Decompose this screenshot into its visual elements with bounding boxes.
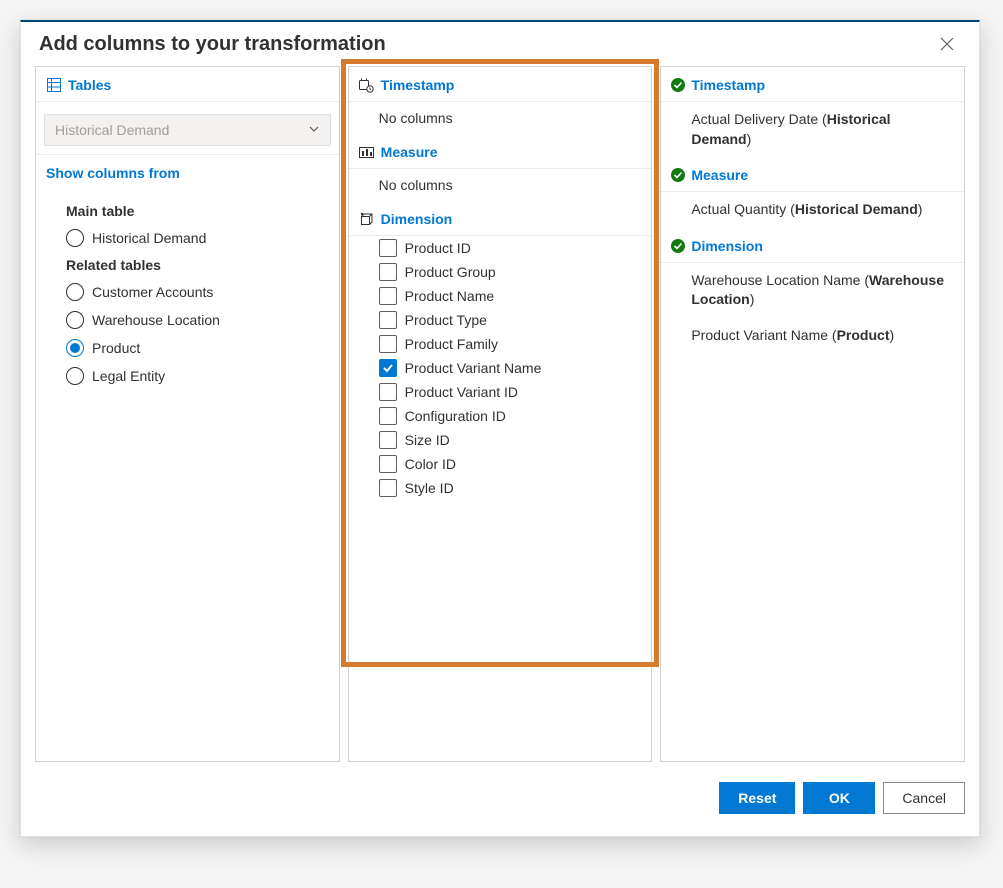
tables-label: Tables — [68, 77, 111, 93]
measure-no-columns: No columns — [349, 169, 652, 201]
dimension-checkbox-product-name[interactable]: Product Name — [349, 284, 652, 308]
table-selector: Main table Historical Demand Related tab… — [36, 187, 339, 401]
checkbox-label: Product Variant ID — [405, 384, 518, 400]
selected-timestamp-label: Timestamp — [691, 77, 765, 93]
table-icon — [46, 77, 62, 93]
add-columns-dialog: Add columns to your transformation Table… — [20, 20, 980, 837]
selected-measure-header: Measure — [661, 157, 964, 192]
checkbox-icon — [379, 431, 397, 449]
checkbox-label: Style ID — [405, 480, 454, 496]
dimension-checkbox-size-id[interactable]: Size ID — [349, 428, 652, 452]
checkbox-label: Product ID — [405, 240, 471, 256]
checkbox-label: Product Variant Name — [405, 360, 542, 376]
timestamp-section-header: Timestamp — [349, 67, 652, 102]
selected-timestamp-item: Actual Delivery Date (Historical Demand) — [661, 102, 964, 157]
dimension-checkbox-product-type[interactable]: Product Type — [349, 308, 652, 332]
close-icon — [940, 37, 954, 51]
selected-dimension-item: Product Variant Name (Product) — [661, 318, 964, 354]
selected-timestamp-header: Timestamp — [661, 67, 964, 102]
dimension-icon — [359, 211, 375, 227]
ok-button[interactable]: OK — [803, 782, 875, 814]
check-circle-icon — [671, 239, 685, 253]
radio-icon — [66, 311, 84, 329]
timestamp-icon — [359, 77, 375, 93]
table-radio-customer-accounts[interactable]: Customer Accounts — [66, 283, 329, 301]
table-radio-warehouse-location[interactable]: Warehouse Location — [66, 311, 329, 329]
dimension-checkbox-product-id[interactable]: Product ID — [349, 236, 652, 260]
checkbox-icon — [379, 479, 397, 497]
checkbox-icon — [379, 335, 397, 353]
cancel-button[interactable]: Cancel — [883, 782, 965, 814]
timestamp-no-columns: No columns — [349, 102, 652, 134]
radio-icon — [66, 229, 84, 247]
checkbox-label: Size ID — [405, 432, 450, 448]
checkbox-icon — [379, 383, 397, 401]
check-circle-icon — [671, 168, 685, 182]
show-columns-from-header: Show columns from — [36, 154, 339, 187]
measure-section-header: Measure — [349, 134, 652, 169]
checkbox-label: Product Group — [405, 264, 496, 280]
dimension-checkbox-configuration-id[interactable]: Configuration ID — [349, 404, 652, 428]
dimension-checkbox-style-id[interactable]: Style ID — [349, 476, 652, 500]
tables-dropdown[interactable]: Historical Demand — [44, 114, 331, 146]
table-radio-legal-entity[interactable]: Legal Entity — [66, 367, 329, 385]
dimension-section-header: Dimension — [349, 201, 652, 236]
checkbox-label: Configuration ID — [405, 408, 506, 424]
checkbox-icon — [379, 359, 397, 377]
radio-label: Product — [92, 340, 140, 356]
tables-section-header: Tables — [36, 67, 339, 102]
radio-icon — [66, 367, 84, 385]
panels-row: Tables Historical Demand Show columns fr… — [21, 62, 979, 762]
checkbox-icon — [379, 287, 397, 305]
check-circle-icon — [671, 78, 685, 92]
columns-panel: Timestamp No columns Measure No columns … — [348, 66, 653, 762]
selected-panel: Timestamp Actual Delivery Date (Historic… — [660, 66, 965, 762]
dialog-footer: Reset OK Cancel — [21, 762, 979, 836]
dialog-header: Add columns to your transformation — [21, 22, 979, 62]
table-radio-historical-demand[interactable]: Historical Demand — [66, 229, 329, 247]
selected-dimension-label: Dimension — [691, 238, 763, 254]
measure-label: Measure — [381, 144, 438, 160]
table-radio-product[interactable]: Product — [66, 339, 329, 357]
selected-measure-label: Measure — [691, 167, 748, 183]
timestamp-label: Timestamp — [381, 77, 455, 93]
tables-panel: Tables Historical Demand Show columns fr… — [35, 66, 340, 762]
checkbox-label: Product Family — [405, 336, 498, 352]
dimension-checkbox-product-variant-id[interactable]: Product Variant ID — [349, 380, 652, 404]
dimension-checkbox-product-family[interactable]: Product Family — [349, 332, 652, 356]
checkbox-label: Product Name — [405, 288, 494, 304]
radio-label: Customer Accounts — [92, 284, 213, 300]
dimension-checkbox-list: Product ID Product Group Product Name Produ… — [349, 236, 652, 500]
close-button[interactable] — [933, 30, 961, 58]
chevron-down-icon — [308, 122, 320, 138]
checkbox-icon — [379, 263, 397, 281]
radio-label: Warehouse Location — [92, 312, 220, 328]
dimension-label: Dimension — [381, 211, 453, 227]
radio-label: Legal Entity — [92, 368, 165, 384]
dropdown-value: Historical Demand — [55, 122, 169, 138]
selected-dimension-header: Dimension — [661, 228, 964, 263]
checkbox-icon — [379, 407, 397, 425]
checkbox-icon — [379, 455, 397, 473]
dimension-checkbox-product-group[interactable]: Product Group — [349, 260, 652, 284]
radio-icon — [66, 283, 84, 301]
radio-label: Historical Demand — [92, 230, 206, 246]
dialog-title: Add columns to your transformation — [39, 33, 933, 56]
measure-icon — [359, 144, 375, 160]
checkbox-label: Color ID — [405, 456, 456, 472]
related-tables-label: Related tables — [66, 257, 329, 273]
radio-icon — [66, 339, 84, 357]
main-table-label: Main table — [66, 203, 329, 219]
selected-measure-item: Actual Quantity (Historical Demand) — [661, 192, 964, 228]
selected-dimension-item: Warehouse Location Name (Warehouse Locat… — [661, 263, 964, 318]
dimension-checkbox-color-id[interactable]: Color ID — [349, 452, 652, 476]
dimension-checkbox-product-variant-name[interactable]: Product Variant Name — [349, 356, 652, 380]
checkbox-label: Product Type — [405, 312, 487, 328]
checkbox-icon — [379, 239, 397, 257]
reset-button[interactable]: Reset — [719, 782, 795, 814]
checkbox-icon — [379, 311, 397, 329]
